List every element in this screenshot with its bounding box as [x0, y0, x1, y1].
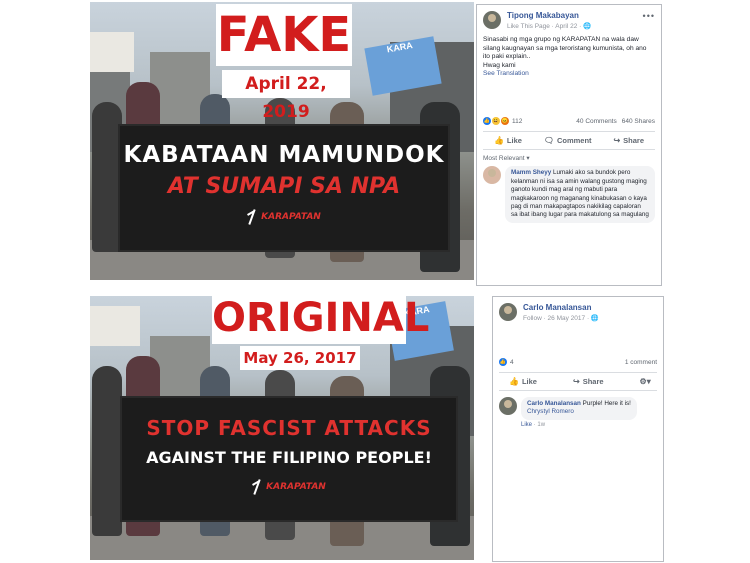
more-options-icon[interactable]: ••• [643, 11, 655, 21]
original-facebook-post: Carlo Manalansan Follow · 26 May 2017 · … [492, 296, 664, 562]
marcher [92, 366, 122, 536]
share-label: Share [582, 377, 604, 386]
share-icon: ↪ [613, 136, 621, 146]
angry-reaction-icon: 😠 [501, 117, 509, 126]
banner-line1: STOP FASCIST ATTACKS [146, 416, 432, 440]
audience-selector[interactable]: ⚙▾ [640, 377, 651, 386]
banner-line2: AT SUMAPI SA NPA [167, 174, 401, 199]
thumbs-up-icon: 👍 [493, 136, 504, 146]
reactions[interactable]: 👍 [499, 358, 507, 366]
post-stats: 👍 4 1 comment [493, 358, 663, 366]
protest-banner-fake: KABATAAN MAMUNDOK AT SUMAPI SA NPA KARAP… [118, 124, 450, 252]
post-meta: Follow · 26 May 2017 · 🌐 [523, 315, 600, 322]
comment-author[interactable]: Mamm Sheyy [511, 169, 551, 176]
commenter-avatar[interactable] [499, 397, 517, 415]
logo-text: KARAPATAN [266, 482, 326, 492]
karapatan-logo: KARAPATAN [122, 479, 456, 495]
thumbs-up-icon: 👍 [509, 377, 519, 386]
post-stats: 👍 😆 😠 112 40 Comments 640 Shares [477, 117, 661, 126]
comment-icon: 🗨 [543, 136, 554, 146]
comment-bubble: Carlo Manalansan Purple! Here it is! Chr… [521, 397, 637, 420]
share-button[interactable]: ↪ Share [613, 136, 644, 145]
comment-bubble: Mamm Sheyy Lumaki ako sa bundok pero kel… [505, 166, 655, 223]
page-name[interactable]: Carlo Manalansan [523, 303, 599, 312]
comment: Carlo Manalansan Purple! Here it is! Chr… [493, 397, 663, 420]
see-translation-link[interactable]: See Translation [477, 70, 661, 77]
like-button[interactable]: 👍 Like [494, 136, 522, 145]
comment-sort-dropdown[interactable]: Most Relevant ▾ [477, 150, 661, 166]
fake-label: FAKE [216, 4, 352, 66]
reactions[interactable]: 👍 😆 😠 [483, 117, 509, 126]
fake-facebook-post: Tipong Makabayan Like This Page · April … [476, 4, 662, 286]
karapatan-logo-icon [247, 209, 257, 225]
reaction-count[interactable]: 4 [510, 359, 514, 366]
comment: Mamm Sheyy Lumaki ako sa bundok pero kel… [477, 166, 661, 223]
like-label: Like [506, 136, 522, 146]
karapatan-logo-icon [252, 479, 262, 495]
like-label: Like [521, 377, 537, 386]
avatar[interactable] [499, 303, 517, 321]
post-actions: 👍 Like 🗨 Comment ↪ Share [483, 131, 655, 151]
comment-button[interactable]: 🗨 Comment [544, 136, 592, 145]
banner-line1: KABATAAN MAMUNDOK [123, 142, 445, 168]
comment-time: 1w [537, 421, 546, 428]
like-reaction-icon: 👍 [499, 358, 507, 366]
post-header: Tipong Makabayan Like This Page · April … [477, 5, 661, 30]
comment-text: Purple! Here it is! [582, 400, 631, 407]
karapatan-logo: KARAPATAN [120, 209, 448, 225]
reaction-count[interactable]: 112 [512, 118, 522, 125]
comments-count[interactable]: 1 comment [625, 359, 657, 366]
share-button[interactable]: ↪ Share [573, 377, 604, 386]
logo-text: KARAPATAN [261, 212, 321, 222]
like-button[interactable]: 👍 Like [509, 377, 537, 386]
shares-count[interactable]: 640 Shares [622, 118, 655, 125]
share-label: Share [623, 136, 645, 146]
original-label: ORIGINAL [212, 292, 429, 344]
share-icon: ↪ [572, 377, 580, 386]
post-header: Carlo Manalansan Follow · 26 May 2017 · … [493, 297, 663, 322]
haha-reaction-icon: 😆 [492, 117, 500, 126]
protest-sign [90, 306, 140, 346]
page-name[interactable]: Tipong Makabayan [507, 11, 591, 20]
comments-count[interactable]: 40 Comments [576, 118, 616, 125]
fake-date: April 22, 2019 [222, 70, 350, 122]
tagged-user[interactable]: Chrystyl Romero [527, 408, 574, 415]
like-reaction-icon: 👍 [483, 117, 491, 126]
comment-footer: Like · 1w [521, 421, 546, 428]
audience-icon: ⚙▾ [639, 377, 651, 386]
comment-like-link[interactable]: Like [521, 422, 532, 428]
comment-label: Comment [556, 136, 592, 146]
protest-sign [90, 32, 134, 72]
comment-text: Lumaki ako sa bundok pero kelanman ni is… [511, 169, 649, 219]
post-meta: Like This Page · April 22 · 🌐 [507, 23, 592, 30]
avatar[interactable] [483, 11, 501, 29]
original-date: May 26, 2017 [240, 346, 360, 370]
post-actions: 👍 Like ↪ Share ⚙▾ [499, 372, 657, 391]
post-text: Sinasabi ng mga grupo ng KARAPATAN na wa… [483, 36, 647, 69]
banner-line2: AGAINST THE FILIPINO PEOPLE! [146, 448, 432, 467]
commenter-avatar[interactable] [483, 166, 501, 185]
protest-banner-original: STOP FASCIST ATTACKS AGAINST THE FILIPIN… [120, 396, 458, 522]
comment-author[interactable]: Carlo Manalansan [527, 400, 581, 407]
